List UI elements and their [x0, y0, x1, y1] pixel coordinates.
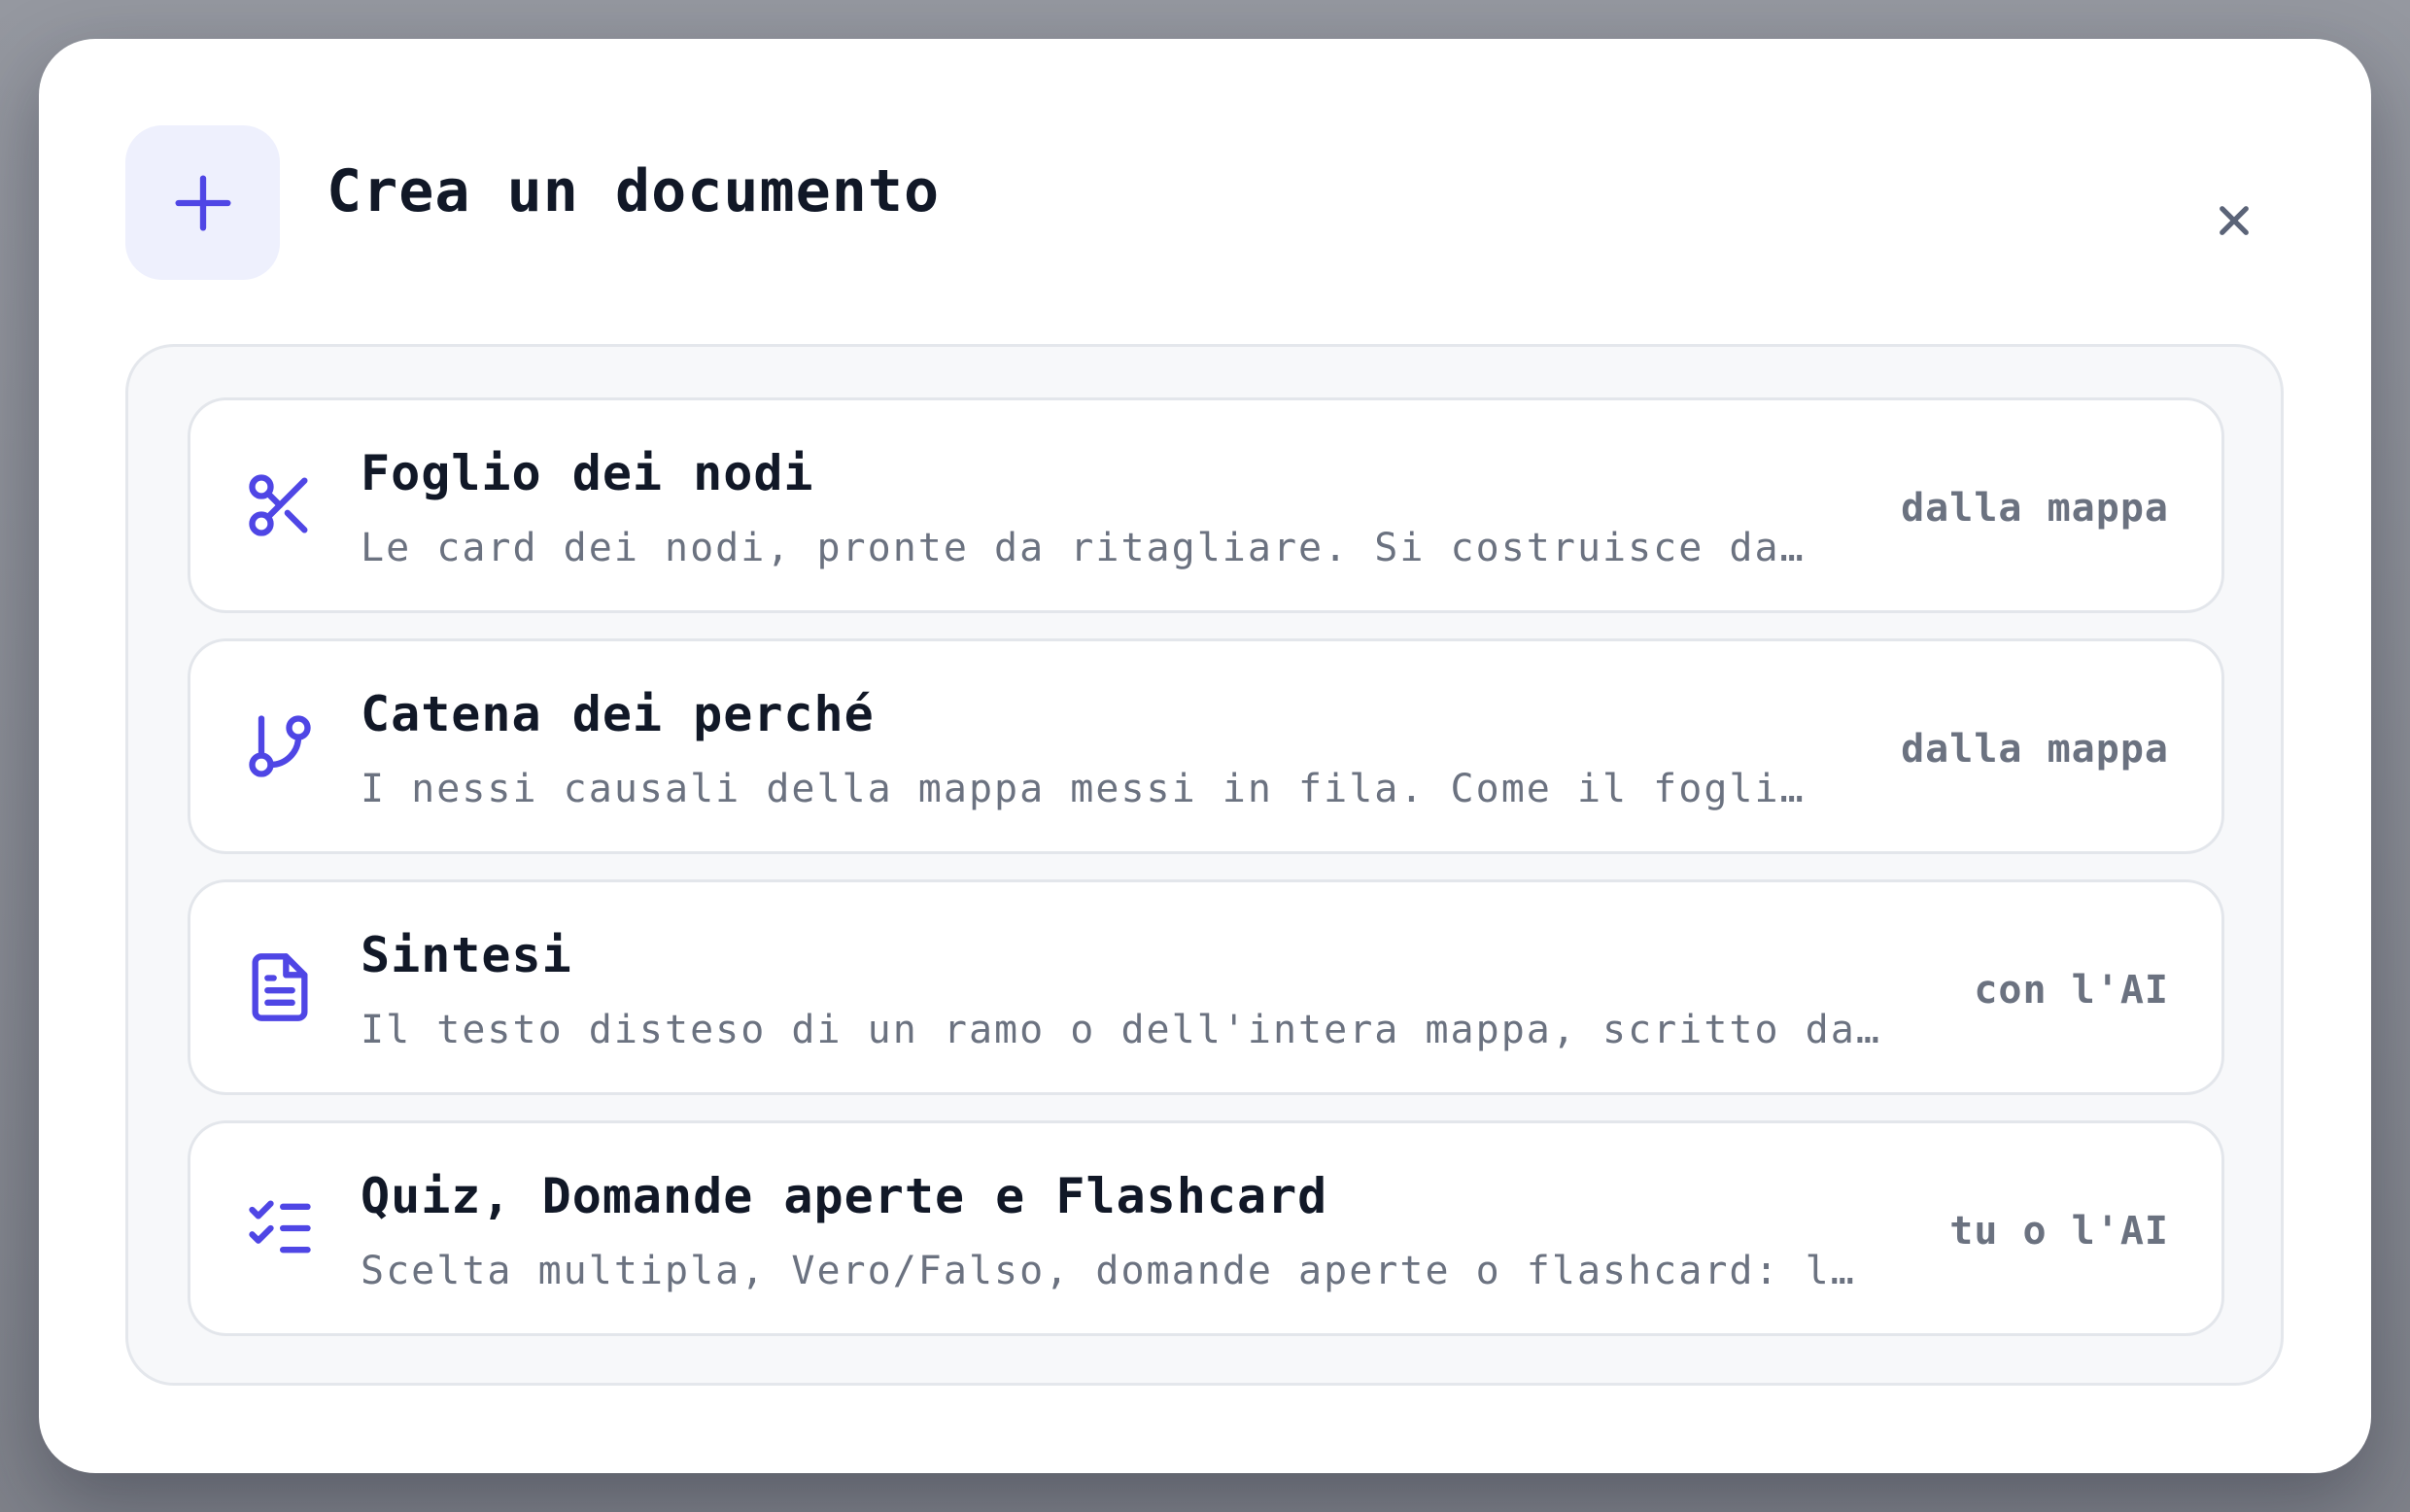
dialog-title: Crea un documento [327, 157, 941, 225]
option-description: Le card dei nodi, pronte da ritagliare. … [361, 526, 1806, 570]
checklist-icon [243, 1191, 317, 1265]
option-source-badge: con l'AI [1974, 968, 2169, 1013]
plus-icon [175, 175, 230, 230]
option-title: Quiz, Domande aperte e Flashcard [361, 1168, 1328, 1224]
option-catena-dei-perche[interactable]: Catena dei perché I nessi causali della … [188, 638, 2224, 854]
document-text-icon [243, 950, 317, 1024]
option-description: I nessi causali della mappa messi in fil… [361, 767, 1806, 811]
option-quiz-domande-flashcard[interactable]: Quiz, Domande aperte e Flashcard Scelta … [188, 1120, 2224, 1336]
close-icon [2220, 206, 2249, 235]
option-description: Il testo disteso di un ramo o dell'inter… [361, 1008, 1881, 1052]
close-button[interactable] [2198, 185, 2270, 257]
option-source-badge: dalla mappa [1901, 727, 2169, 772]
option-source-badge: dalla mappa [1901, 486, 2169, 531]
option-title: Catena dei perché [361, 686, 875, 742]
git-branch-icon [243, 709, 317, 783]
header-plus-icon [125, 125, 280, 280]
option-foglio-dei-nodi[interactable]: Foglio dei nodi Le card dei nodi, pronte… [188, 397, 2224, 613]
option-sintesi[interactable]: Sintesi Il testo disteso di un ramo o de… [188, 879, 2224, 1095]
document-options-list: Foglio dei nodi Le card dei nodi, pronte… [125, 344, 2284, 1386]
scissors-icon [243, 468, 317, 542]
option-source-badge: tu o l'AI [1949, 1209, 2169, 1254]
create-document-dialog: Crea un documento Foglio dei nodi Le car… [39, 39, 2371, 1473]
option-title: Foglio dei nodi [361, 445, 814, 501]
option-description: Scelta multipla, Vero/Falso, domande ape… [361, 1249, 1856, 1293]
option-title: Sintesi [361, 927, 572, 983]
